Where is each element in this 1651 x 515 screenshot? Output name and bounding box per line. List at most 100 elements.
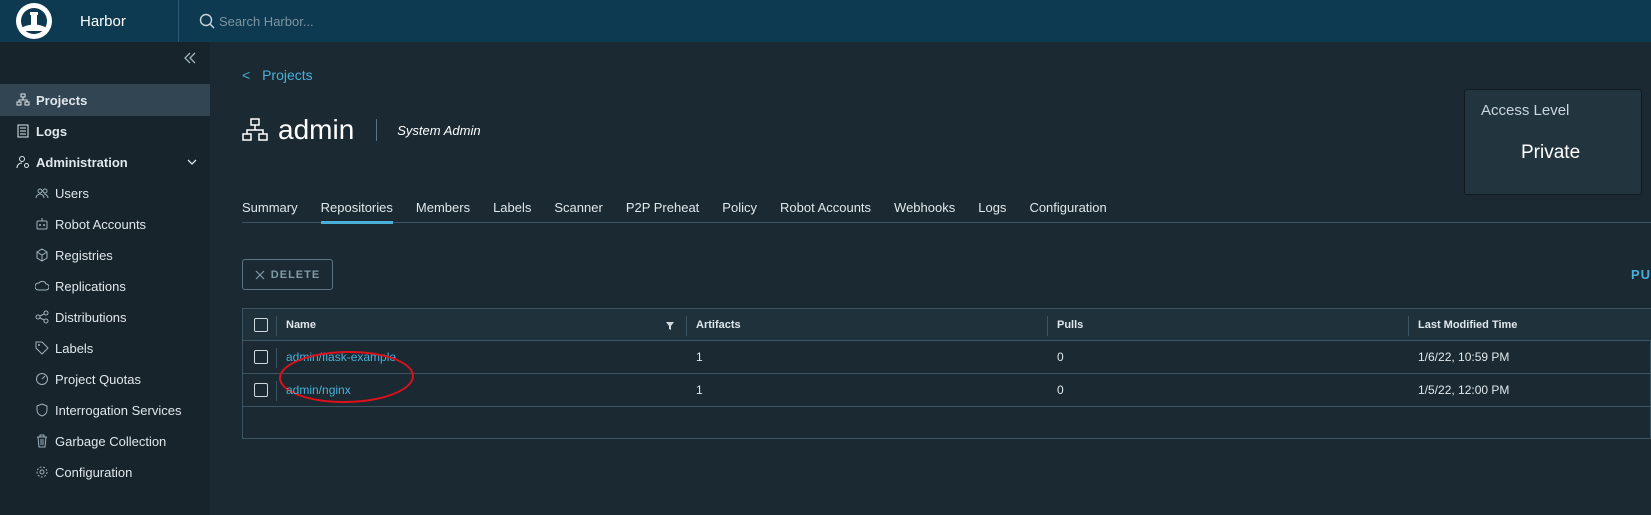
tab-policy[interactable]: Policy — [722, 192, 757, 223]
row-select-cell — [254, 341, 268, 373]
repository-name-link[interactable]: admin/nginx — [286, 374, 351, 406]
push-command-link[interactable]: PU — [1631, 267, 1651, 282]
distributions-icon — [35, 310, 49, 324]
breadcrumb[interactable]: < Projects — [242, 67, 313, 83]
repositories-table: Name Artifacts Pulls Last Modified Time … — [242, 308, 1651, 439]
title-divider — [376, 119, 378, 141]
filter-icon[interactable] — [665, 321, 675, 331]
replications-icon — [35, 279, 49, 293]
sidebar-item-label: Distributions — [55, 309, 127, 325]
sidebar-item-label: Configuration — [55, 464, 133, 480]
page-title: admin — [278, 114, 355, 145]
access-level-label: Access Level — [1481, 102, 1570, 119]
sidebar-item-label: Replications — [55, 278, 126, 294]
row-checkbox[interactable] — [254, 383, 268, 397]
sidebar-item-distributions[interactable]: Distributions — [0, 301, 210, 333]
chevron-down-icon[interactable] — [186, 156, 198, 168]
tab-robot-accounts[interactable]: Robot Accounts — [780, 192, 871, 223]
sidebar-item-project-quotas[interactable]: Project Quotas — [0, 363, 210, 395]
back-chevron: < — [242, 67, 251, 83]
tab-members[interactable]: Members — [416, 192, 470, 223]
artifacts-count: 1 — [696, 350, 703, 364]
search-bar[interactable] — [178, 0, 778, 42]
column-header-pulls[interactable]: Pulls — [1057, 309, 1083, 340]
sidebar: Projects Logs Administration Users Robot… — [0, 42, 210, 515]
project-title-row: admin System Admin — [242, 114, 481, 146]
brand[interactable]: Harbor — [0, 3, 178, 39]
logs-icon — [16, 124, 30, 138]
breadcrumb-projects-link[interactable]: Projects — [262, 67, 313, 83]
column-header-last-modified[interactable]: Last Modified Time — [1418, 309, 1517, 340]
table-row[interactable]: admin/nginx 1 0 1/5/22, 12:00 PM — [243, 374, 1651, 407]
top-header: Harbor — [0, 0, 1651, 42]
harbor-logo-icon — [16, 3, 52, 39]
tab-logs[interactable]: Logs — [978, 192, 1006, 223]
sidebar-item-label: Registries — [55, 247, 113, 263]
close-icon — [255, 270, 265, 279]
tab-labels[interactable]: Labels — [493, 192, 531, 223]
sidebar-item-logs[interactable]: Logs — [0, 115, 210, 147]
delete-button-label: DELETE — [270, 268, 321, 281]
access-level-value: Private — [1521, 142, 1581, 163]
pulls-count: 0 — [1057, 350, 1064, 364]
column-divider — [276, 316, 277, 336]
sidebar-item-label: Administration — [36, 154, 128, 170]
tab-summary[interactable]: Summary — [242, 192, 298, 223]
column-header-artifacts[interactable]: Artifacts — [696, 309, 741, 340]
table-header: Name Artifacts Pulls Last Modified Time — [243, 309, 1651, 341]
sidebar-item-garbage-collection[interactable]: Garbage Collection — [0, 425, 210, 457]
delete-button[interactable]: DELETE — [242, 259, 333, 290]
trash-icon — [35, 434, 49, 448]
tab-p2p-preheat[interactable]: P2P Preheat — [626, 192, 699, 223]
collapse-sidebar-icon[interactable] — [182, 50, 200, 68]
select-all-cell — [254, 309, 268, 340]
last-modified-time: 1/5/22, 12:00 PM — [1418, 383, 1510, 397]
tab-webhooks[interactable]: Webhooks — [894, 192, 955, 223]
gear-icon — [35, 465, 49, 479]
administration-icon — [16, 155, 30, 169]
role-label: System Admin — [397, 122, 481, 138]
project-tabs: Summary Repositories Members Labels Scan… — [242, 192, 1651, 224]
column-divider — [686, 316, 687, 336]
sidebar-item-configuration[interactable]: Configuration — [0, 456, 210, 488]
table-row[interactable]: admin/flask-example 1 0 1/6/22, 10:59 PM — [243, 341, 1651, 405]
column-divider — [276, 348, 277, 368]
sidebar-item-users[interactable]: Users — [0, 177, 210, 209]
sidebar-item-label: Interrogation Services — [55, 402, 182, 418]
row-checkbox[interactable] — [254, 350, 268, 364]
select-all-checkbox[interactable] — [254, 317, 268, 332]
search-icon — [199, 13, 215, 29]
sidebar-item-label: Users — [55, 185, 89, 201]
tab-repositories[interactable]: Repositories — [320, 192, 394, 224]
sidebar-item-label: Logs — [36, 123, 68, 139]
projects-icon — [16, 93, 30, 107]
sidebar-item-label: Robot Accounts — [55, 216, 147, 232]
column-divider — [1047, 316, 1048, 336]
sidebar-item-registries[interactable]: Registries — [0, 239, 210, 271]
artifacts-count: 1 — [696, 383, 703, 397]
tag-icon — [35, 341, 49, 355]
registries-icon — [35, 248, 49, 262]
shield-icon — [35, 403, 49, 417]
sidebar-item-replications[interactable]: Replications — [0, 270, 210, 302]
app-name: Harbor — [80, 12, 126, 30]
access-level-card: Access Level Private — [1464, 89, 1642, 195]
sidebar-item-label: Labels — [55, 340, 94, 356]
pulls-count: 0 — [1057, 383, 1064, 397]
sidebar-item-administration[interactable]: Administration — [0, 146, 210, 178]
sidebar-item-projects[interactable]: Projects — [0, 84, 210, 116]
sidebar-item-label: Project Quotas — [55, 371, 141, 387]
column-header-name[interactable]: Name — [286, 309, 316, 340]
sidebar-item-interrogation-services[interactable]: Interrogation Services — [0, 394, 210, 426]
column-divider — [1408, 316, 1409, 336]
row-select-cell — [254, 374, 268, 406]
column-divider — [276, 381, 277, 401]
tab-configuration[interactable]: Configuration — [1029, 192, 1106, 223]
main-content: < Projects admin System Admin Access Lev… — [210, 42, 1651, 515]
sidebar-item-labels[interactable]: Labels — [0, 332, 210, 364]
quota-icon — [35, 372, 49, 386]
robot-icon — [35, 217, 49, 231]
sidebar-item-robot-accounts[interactable]: Robot Accounts — [0, 208, 210, 240]
search-input[interactable] — [219, 13, 619, 29]
tab-scanner[interactable]: Scanner — [554, 192, 602, 223]
